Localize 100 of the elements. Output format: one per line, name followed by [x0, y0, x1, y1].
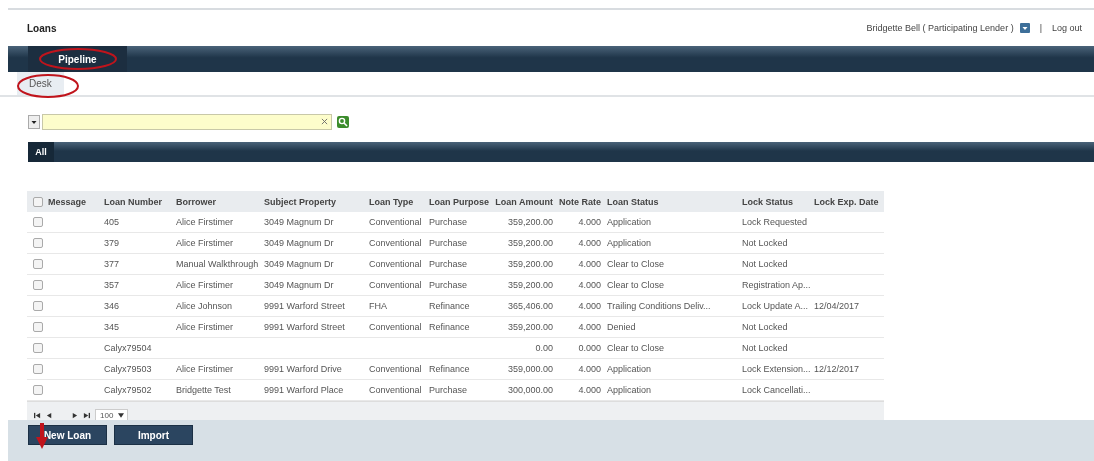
table-cell: Application	[607, 217, 652, 227]
table-cell: Clear to Close	[607, 280, 665, 290]
table-cell: Lock Extension...	[742, 364, 811, 374]
table-cell: 359,000.00	[507, 364, 553, 374]
table-cell: Purchase	[429, 259, 468, 269]
clear-icon[interactable]	[321, 118, 328, 125]
table-cell: 4.000	[578, 280, 601, 290]
action-button[interactable]: New Loan	[28, 425, 107, 445]
checkbox[interactable]	[33, 301, 43, 311]
table-cell: Denied	[607, 322, 636, 332]
table-cell: Not Locked	[742, 238, 788, 248]
table-cell: Refinance	[429, 322, 470, 332]
table-cell: Conventional	[369, 259, 422, 269]
view-tab[interactable]: All	[28, 142, 54, 162]
checkbox[interactable]	[33, 364, 43, 374]
table-cell: Conventional	[369, 280, 422, 290]
table-cell: Conventional	[369, 364, 422, 374]
table-cell: Alice Firstimer	[176, 217, 233, 227]
table-cell: 9991 Warford Street	[264, 322, 345, 332]
search-field[interactable]	[42, 114, 332, 130]
table-cell: 379	[104, 238, 120, 248]
table-cell: Not Locked	[742, 322, 788, 332]
table-cell: Purchase	[429, 385, 468, 395]
table-cell: Lock Cancellati...	[742, 385, 811, 395]
table-cell: Application	[607, 385, 652, 395]
table-cell: Lock Requested	[742, 217, 808, 227]
table-cell: Conventional	[369, 217, 422, 227]
column-header[interactable]: Loan Amount	[495, 196, 553, 207]
table-cell: Trailing Conditions Deliv...	[607, 301, 711, 311]
column-header[interactable]: Loan Number	[104, 196, 162, 207]
checkbox[interactable]	[33, 217, 43, 227]
column-header[interactable]: Loan Type	[369, 196, 414, 207]
table-cell: 377	[104, 259, 120, 269]
logout-link[interactable]: Log out	[1051, 23, 1082, 33]
annotation-ellipse	[16, 73, 80, 99]
checkbox[interactable]	[33, 259, 43, 269]
table-cell: Conventional	[369, 322, 422, 332]
column-header[interactable]: Loan Status	[607, 196, 659, 207]
column-header[interactable]: Message	[48, 196, 87, 207]
table-cell: 300,000.00	[507, 385, 553, 395]
table-cell: 4.000	[578, 259, 601, 269]
table-cell: 3049 Magnum Dr	[264, 238, 334, 248]
page-title: Loans	[27, 22, 57, 34]
table-cell: Manual Walkthrough	[176, 259, 259, 269]
table-cell: 0.000	[578, 343, 601, 353]
table-cell: Refinance	[429, 364, 470, 374]
table-cell: Application	[607, 238, 652, 248]
last-page-icon[interactable]	[83, 412, 90, 419]
table-cell: 346	[104, 301, 120, 311]
table-cell: Calyx79503	[104, 364, 152, 374]
table-cell: 365,406.00	[507, 301, 553, 311]
table-cell: 9991 Warford Street	[264, 301, 345, 311]
table-cell: Clear to Close	[607, 259, 665, 269]
user-name: Bridgette Bell ( Participating Lender )	[866, 23, 1014, 33]
table-cell: 3049 Magnum Dr	[264, 259, 334, 269]
table-cell: Bridgette Test	[176, 385, 231, 395]
table-cell: 4.000	[578, 217, 601, 227]
table-cell: 359,200.00	[507, 322, 553, 332]
table-cell: Not Locked	[742, 259, 788, 269]
table-cell: Application	[607, 364, 652, 374]
column-header[interactable]: Loan Purpose	[429, 196, 489, 207]
checkbox[interactable]	[33, 322, 43, 332]
table-cell: Alice Firstimer	[176, 322, 233, 332]
column-header[interactable]: Borrower	[176, 196, 216, 207]
column-header[interactable]: Note Rate	[559, 196, 601, 207]
table-cell: 3049 Magnum Dr	[264, 280, 334, 290]
table-cell: 345	[104, 322, 120, 332]
dropdown-icon[interactable]	[28, 115, 40, 129]
checkbox[interactable]	[33, 385, 43, 395]
table-cell: 359,200.00	[507, 280, 553, 290]
checkbox[interactable]	[33, 343, 43, 353]
first-page-icon[interactable]	[34, 412, 41, 419]
table-cell: 359,200.00	[507, 217, 553, 227]
checkbox[interactable]	[33, 238, 43, 248]
table-cell: 4.000	[578, 364, 601, 374]
table-cell: 4.000	[578, 385, 601, 395]
table-cell: 4.000	[578, 238, 601, 248]
table-cell: Clear to Close	[607, 343, 665, 353]
table-cell: Lock Update A...	[742, 301, 809, 311]
action-button[interactable]: Import	[114, 425, 193, 445]
column-header[interactable]: Lock Exp. Date	[814, 196, 879, 207]
column-header[interactable]: Subject Property	[264, 196, 337, 207]
table-cell: 359,200.00	[507, 259, 553, 269]
search-icon[interactable]	[337, 116, 349, 128]
checkbox[interactable]	[33, 196, 43, 207]
table-cell: Registration Ap...	[742, 280, 811, 290]
column-header[interactable]: Lock Status	[742, 196, 793, 207]
table-cell: Conventional	[369, 238, 422, 248]
table-cell: 4.000	[578, 322, 601, 332]
table-cell: Purchase	[429, 238, 468, 248]
table-cell: FHA	[369, 301, 387, 311]
table-cell: 3049 Magnum Dr	[264, 217, 334, 227]
table-cell: Alice Firstimer	[176, 238, 233, 248]
table-cell: Calyx79502	[104, 385, 152, 395]
checkbox[interactable]	[33, 280, 43, 290]
table-cell: 405	[104, 217, 120, 227]
caret-icon[interactable]	[118, 413, 125, 418]
table-cell: Not Locked	[742, 343, 788, 353]
table-cell: 4.000	[578, 301, 601, 311]
table-cell: 9991 Warford Place	[264, 385, 344, 395]
